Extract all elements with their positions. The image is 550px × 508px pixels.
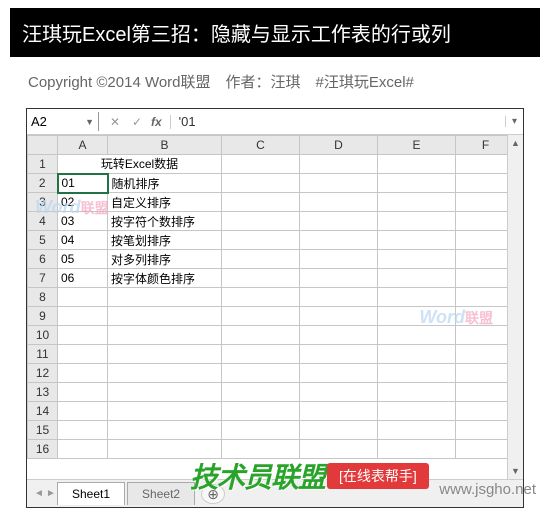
row-header-11[interactable]: 11 [28, 345, 58, 364]
cell-a2-active[interactable]: 01 [58, 174, 108, 193]
chevron-down-icon[interactable]: ▼ [85, 117, 94, 127]
cell-e3[interactable] [378, 193, 456, 212]
brand-green-text: 技术员联盟 [190, 456, 325, 496]
vertical-scrollbar[interactable]: ▲ ▼ [507, 135, 523, 479]
select-all-corner[interactable] [28, 136, 58, 155]
row-header-3[interactable]: 3 [28, 193, 58, 212]
domain-url: www.jsgho.net [439, 481, 536, 498]
cell-b5[interactable]: 按笔划排序 [108, 231, 222, 250]
row-header-10[interactable]: 10 [28, 326, 58, 345]
cell-d7[interactable] [300, 269, 378, 288]
row-header-14[interactable]: 14 [28, 402, 58, 421]
copyright-text: Copyright ©2014 Word联盟 作者：汪琪 #汪琪玩Excel# [0, 57, 550, 102]
row-header-6[interactable]: 6 [28, 250, 58, 269]
cell-b4[interactable]: 按字符个数排序 [108, 212, 222, 231]
cell-c2[interactable] [222, 174, 300, 193]
brand-red-badge: [在线表帮手] [327, 463, 429, 489]
expand-formula-icon[interactable]: ▾ [505, 116, 523, 127]
cell-e2[interactable] [378, 174, 456, 193]
tab-sheet2[interactable]: Sheet2 [127, 482, 195, 505]
name-box[interactable]: A2 ▼ [27, 112, 99, 131]
cell-e5[interactable] [378, 231, 456, 250]
col-header-a[interactable]: A [58, 136, 108, 155]
cell-d2[interactable] [300, 174, 378, 193]
cell-d5[interactable] [300, 231, 378, 250]
cell-c5[interactable] [222, 231, 300, 250]
confirm-icon[interactable]: ✓ [129, 115, 145, 129]
scroll-up-icon[interactable]: ▲ [508, 135, 523, 151]
row-header-1[interactable]: 1 [28, 155, 58, 174]
formula-bar-row: A2 ▼ ✕ ✓ fx '01 ▾ [27, 109, 523, 135]
row-header-5[interactable]: 5 [28, 231, 58, 250]
cell-e4[interactable] [378, 212, 456, 231]
col-header-e[interactable]: E [378, 136, 456, 155]
cell-a4[interactable]: 03 [58, 212, 108, 231]
cell-c4[interactable] [222, 212, 300, 231]
cell-a1-b1-merged[interactable]: 玩转Excel数据 [58, 155, 222, 174]
row-header-7[interactable]: 7 [28, 269, 58, 288]
row-header-4[interactable]: 4 [28, 212, 58, 231]
row-header-9[interactable]: 9 [28, 307, 58, 326]
formula-bar-input[interactable]: '01 [171, 112, 505, 131]
cell-b2[interactable]: 随机排序 [108, 174, 222, 193]
cell-a6[interactable]: 05 [58, 250, 108, 269]
cell-e1[interactable] [378, 155, 456, 174]
cell-d1[interactable] [300, 155, 378, 174]
tab-sheet1[interactable]: Sheet1 [57, 482, 125, 505]
col-header-b[interactable]: B [108, 136, 222, 155]
fx-icon[interactable]: fx [151, 115, 162, 129]
tutorial-title: 汪琪玩Excel第三招：隐藏与显示工作表的行或列 [10, 8, 540, 57]
name-box-value: A2 [31, 114, 47, 129]
cell-e7[interactable] [378, 269, 456, 288]
cell-d6[interactable] [300, 250, 378, 269]
excel-window: A2 ▼ ✕ ✓ fx '01 ▾ Word联盟 Word联盟 A B C D … [26, 108, 524, 508]
tab-nav-prev-icon[interactable]: ◄ [33, 488, 45, 499]
col-header-d[interactable]: D [300, 136, 378, 155]
cell-b6[interactable]: 对多列排序 [108, 250, 222, 269]
spreadsheet-grid[interactable]: Word联盟 Word联盟 A B C D E F 1 玩转Excel数据 2 … [27, 135, 523, 479]
cell-a7[interactable]: 06 [58, 269, 108, 288]
cell-b7[interactable]: 按字体颜色排序 [108, 269, 222, 288]
overlay-branding: 技术员联盟 [在线表帮手] [190, 456, 429, 496]
col-header-c[interactable]: C [222, 136, 300, 155]
cell-c1[interactable] [222, 155, 300, 174]
cell-c6[interactable] [222, 250, 300, 269]
tab-nav-next-icon[interactable]: ► [45, 488, 57, 499]
cell-b3[interactable]: 自定义排序 [108, 193, 222, 212]
fx-controls: ✕ ✓ fx [99, 115, 171, 129]
row-header-13[interactable]: 13 [28, 383, 58, 402]
cell-a5[interactable]: 04 [58, 231, 108, 250]
cell-e6[interactable] [378, 250, 456, 269]
row-header-15[interactable]: 15 [28, 421, 58, 440]
row-header-16[interactable]: 16 [28, 440, 58, 459]
cell-d4[interactable] [300, 212, 378, 231]
cell-c3[interactable] [222, 193, 300, 212]
row-header-12[interactable]: 12 [28, 364, 58, 383]
cell-c7[interactable] [222, 269, 300, 288]
cell-d3[interactable] [300, 193, 378, 212]
scroll-down-icon[interactable]: ▼ [508, 463, 523, 479]
cells-table[interactable]: A B C D E F 1 玩转Excel数据 2 01 随机排序 3 02 [27, 135, 516, 459]
cancel-icon[interactable]: ✕ [107, 115, 123, 129]
cell-a3[interactable]: 02 [58, 193, 108, 212]
row-header-8[interactable]: 8 [28, 288, 58, 307]
row-header-2[interactable]: 2 [28, 174, 58, 193]
